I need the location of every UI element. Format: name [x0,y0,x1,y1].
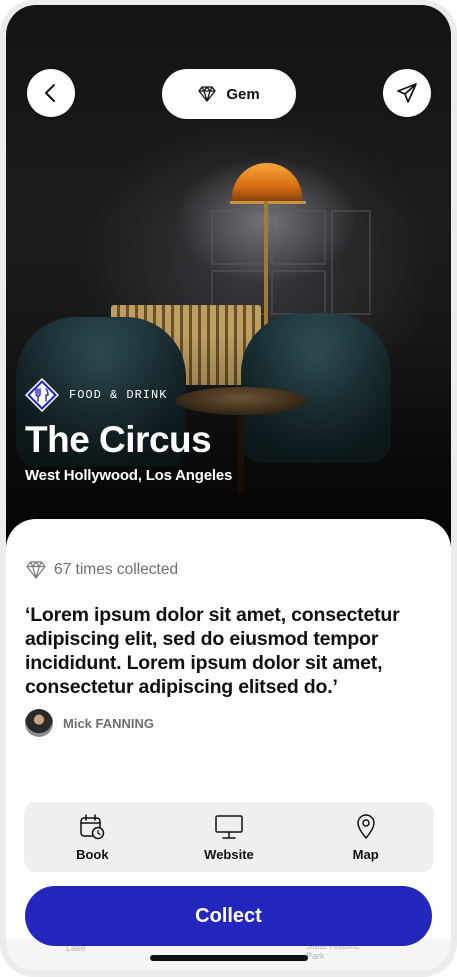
author-name: Mick FANNING [63,715,155,731]
lamp-shade [232,163,302,203]
book-label: Book [76,846,109,862]
screen: Gem FOOD & DRINK The Circus West Hollywo… [6,5,451,971]
author-row[interactable]: Mick FANNING [25,709,154,737]
book-button[interactable]: Book [42,813,142,862]
lamp-arm [230,201,306,204]
collected-count: 67 times collected [26,561,178,579]
calendar-clock-icon [80,813,105,839]
map-label-button: Map [352,846,379,862]
action-bar: Book Website Map [24,802,434,872]
wall-panel [331,210,371,315]
website-button[interactable]: Website [179,813,279,862]
place-location: West Hollywood, Los Angeles [25,467,233,484]
home-indicator [150,955,308,961]
map-pin-icon [356,813,375,839]
category-label: FOOD & DRINK [69,388,168,402]
paper-plane-icon [397,83,417,103]
back-button[interactable] [27,69,75,117]
collected-text: 67 times collected [54,561,179,578]
diamond-icon [198,86,216,102]
wall-panel [271,210,326,265]
phone-frame: Gem FOOD & DRINK The Circus West Hollywo… [0,0,457,977]
chevron-left-icon [45,84,55,102]
category-row: FOOD & DRINK [25,378,167,412]
fork-knife-icon [25,378,59,412]
collect-button[interactable]: Collect [25,886,432,946]
monitor-icon [215,814,243,839]
map-button[interactable]: Map [316,813,416,862]
share-button[interactable] [383,69,431,117]
category-badge [25,378,59,412]
place-title: The Circus [25,419,212,460]
wall-panel [271,270,326,315]
diamond-icon [26,561,46,579]
avatar [25,709,53,737]
gem-badge[interactable]: Gem [162,69,296,119]
website-label: Website [204,846,254,862]
review-quote: ‘Lorem ipsum dolor sit amet, consectetur… [25,604,400,698]
wall-panel [211,210,266,265]
detail-card: 67 times collected ‘Lorem ipsum dolor si… [6,519,451,971]
gem-label: Gem [226,85,260,103]
